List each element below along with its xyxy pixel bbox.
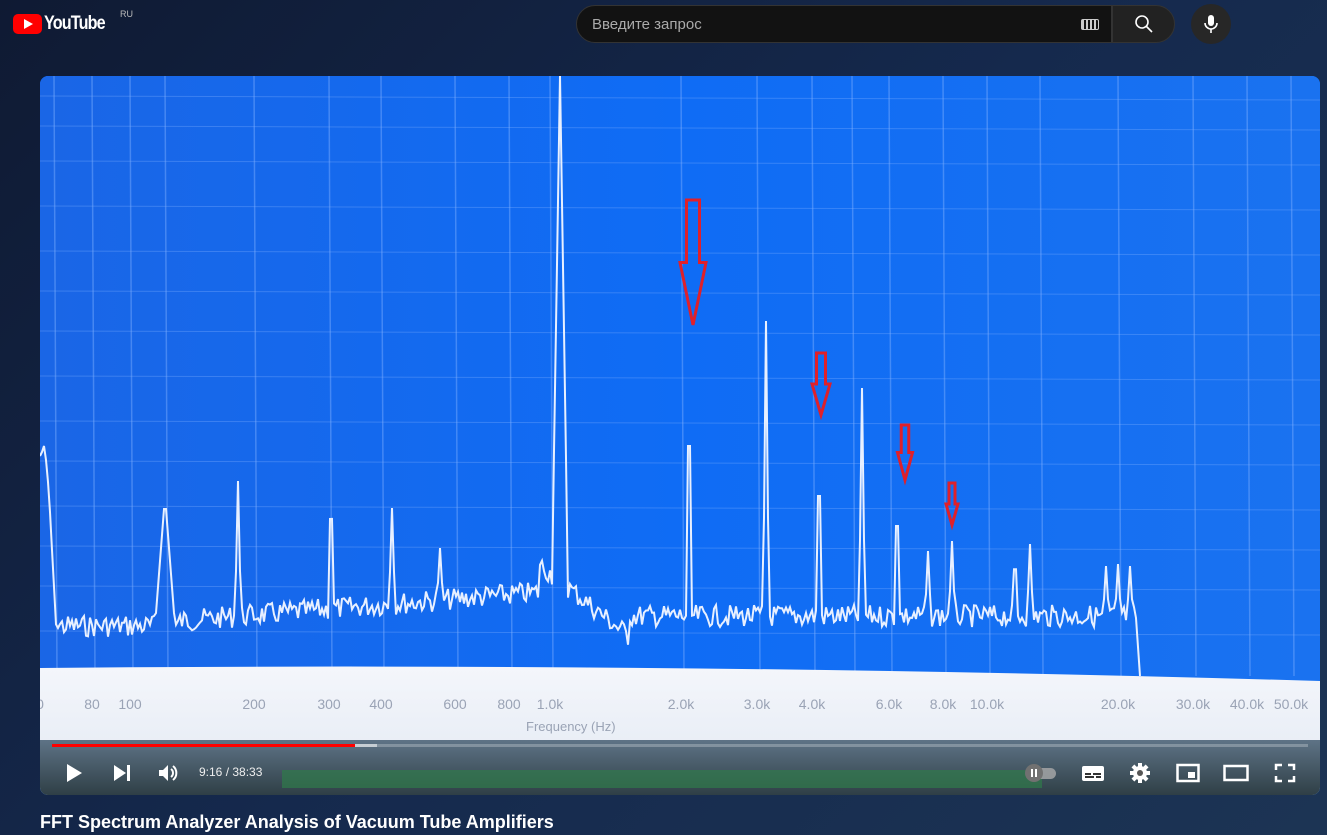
frequency-label: 50.0k (1273, 696, 1309, 712)
frequency-label: 2.0k (667, 696, 695, 712)
played-bar (52, 744, 355, 747)
frequency-label: 600 (443, 696, 467, 712)
subtitles-icon (1082, 766, 1104, 781)
fullscreen-icon (1274, 763, 1296, 783)
frequency-label: 800 (497, 696, 521, 712)
fullscreen-button[interactable] (1274, 760, 1296, 786)
frequency-axis-title: Frequency (Hz) (526, 719, 616, 734)
frequency-label: 300 (317, 696, 341, 712)
play-icon (67, 764, 82, 782)
gear-icon (1130, 763, 1150, 783)
frequency-label: 400 (369, 696, 393, 712)
frequency-label: 200 (242, 696, 266, 712)
frequency-label: 1.0k (536, 696, 564, 712)
frequency-label: 20.0k (1100, 696, 1136, 712)
video-level-meter (282, 770, 1042, 788)
youtube-logo[interactable]: YouTube RU (13, 9, 133, 35)
frequency-label: 40.0k (1229, 696, 1265, 712)
video-frame (40, 76, 1320, 795)
frequency-label: 0 (40, 696, 44, 712)
frequency-label: 4.0k (798, 696, 826, 712)
frequency-label: 10.0k (969, 696, 1005, 712)
search-input[interactable] (592, 15, 1081, 33)
region-code: RU (120, 9, 133, 19)
autoplay-pause-icon (1025, 764, 1056, 782)
search-icon (1134, 15, 1153, 33)
theater-icon (1223, 764, 1249, 782)
settings-button[interactable] (1129, 760, 1151, 786)
time-display: 9:16 / 38:33 (199, 765, 263, 779)
youtube-play-logo-icon (13, 14, 42, 34)
progress-bar[interactable] (52, 744, 1308, 747)
autoplay-toggle[interactable] (1024, 760, 1058, 786)
volume-button[interactable] (158, 760, 180, 786)
miniplayer-button[interactable] (1176, 760, 1200, 786)
subtitles-button[interactable] (1081, 760, 1105, 786)
volume-icon (159, 765, 178, 781)
search-box (576, 5, 1112, 43)
next-icon (114, 765, 130, 781)
play-button[interactable] (64, 760, 84, 786)
frequency-label: 6.0k (875, 696, 903, 712)
frequency-label: 80 (84, 696, 100, 712)
keyboard-icon[interactable] (1081, 18, 1099, 30)
miniplayer-icon (1176, 763, 1200, 783)
frequency-label: 30.0k (1175, 696, 1211, 712)
video-player[interactable]: 0 80 100 200 300 400 600 800 1.0k 2.0k 3.0k 4.0k 6.0… (40, 76, 1320, 795)
next-button[interactable] (112, 760, 132, 786)
frequency-label: 8.0k (929, 696, 957, 712)
search-button[interactable] (1112, 5, 1175, 43)
frequency-label: 100 (118, 696, 142, 712)
mic-icon (1204, 15, 1218, 33)
video-title: FFT Spectrum Analyzer Analysis of Vacuum… (40, 812, 554, 832)
frequency-label: 3.0k (743, 696, 771, 712)
voice-search-button[interactable] (1191, 4, 1231, 44)
theater-mode-button[interactable] (1223, 760, 1249, 786)
logo-text: YouTube (44, 13, 106, 34)
